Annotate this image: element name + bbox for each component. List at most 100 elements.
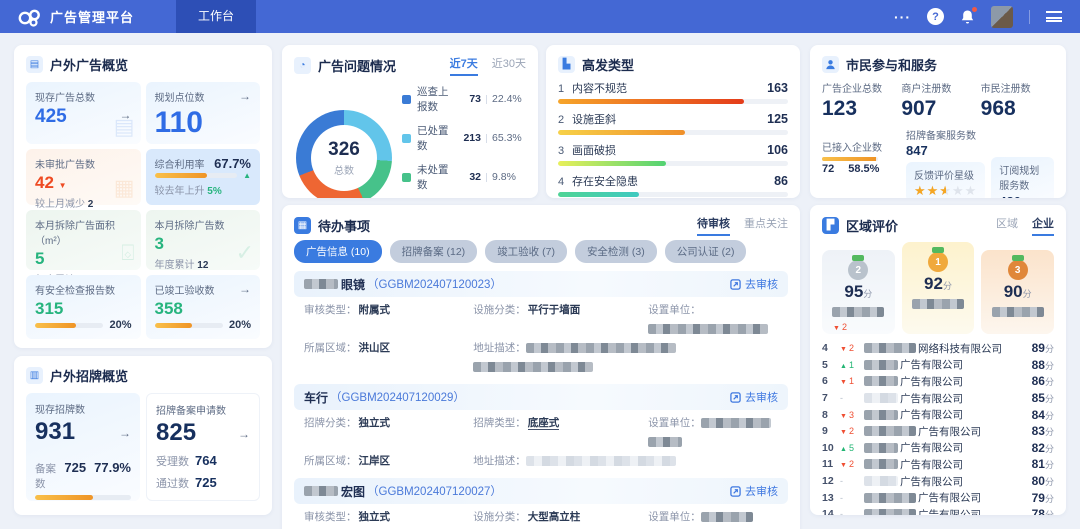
redacted-block [648, 437, 682, 447]
ranking-row[interactable]: 61 广告有限公司 86分 [822, 373, 1054, 390]
redacted-block [832, 307, 884, 317]
go-review-link[interactable]: 去审核 [730, 389, 778, 405]
ranking-row[interactable]: 92 广告有限公司 83分 [822, 423, 1054, 440]
redacted-block [864, 493, 916, 503]
high-types-title: 高发类型 [582, 55, 634, 74]
pill-ad-info[interactable]: 广告信息 (10) [294, 240, 382, 263]
go-review-icon [730, 279, 741, 290]
stat-subscribed-services: 订阅规划服务数 420 [991, 157, 1054, 198]
podium-rank-2[interactable]: 2 95分 2 [822, 250, 895, 334]
todo-filter-pills: 广告信息 (10) 招牌备案 (12) 竣工验收 (7) 安全检测 (3) 公司… [294, 240, 788, 263]
type-row: 1内容不规范163 [558, 80, 788, 104]
ranking-icon: ▛ [822, 217, 839, 234]
tab-region[interactable]: 区域 [996, 215, 1018, 236]
stat-planned-points[interactable]: 规划点位数 110 → [146, 82, 261, 144]
ranking-row[interactable]: 83 广告有限公司 84分 [822, 406, 1054, 423]
go-review-icon [730, 486, 741, 497]
avatar[interactable] [991, 6, 1013, 28]
citizen-service-title: 市民参与和服务 [846, 55, 937, 74]
pill-completion-acceptance[interactable]: 竣工验收 (7) [485, 240, 567, 263]
star-rating: ★★★★★ ★★★★★ [914, 184, 977, 197]
app-logo-icon [16, 6, 42, 28]
menu-icon[interactable] [1046, 11, 1062, 22]
dashboard-page: 广告管理平台 工作台 ··· ? ▤ 户外广告概览 现存广告总数 425 → ▤ [0, 0, 1080, 529]
help-icon[interactable]: ? [927, 8, 944, 25]
ranking-row[interactable]: 105 广告有限公司 82分 [822, 440, 1054, 457]
redacted-block [864, 443, 898, 453]
watermark-icon: ▤ [114, 114, 135, 140]
stat-connected-companies: 已接入企业数 7258.5% [822, 139, 900, 198]
redacted-block [864, 343, 916, 353]
stat-removed-area: 本月拆除广告面积（m²） 5 年度累计 23 ⌺ [26, 210, 141, 270]
ranking-row[interactable]: 12 广告有限公司 80分 [822, 473, 1054, 490]
todo-item: 眼镜 （GGBM202407120023） 去审核 审核类型：附属式 设施分类：… [294, 271, 788, 379]
redacted-block [864, 393, 898, 403]
pill-sign-record[interactable]: 招牌备案 (12) [390, 240, 478, 263]
tab-pending-review[interactable]: 待审核 [697, 215, 730, 236]
stat-citizen-registrations: 市民注册数968 [981, 80, 1054, 121]
tab-last-7-days[interactable]: 近7天 [450, 55, 478, 76]
go-review-icon [730, 392, 741, 403]
go-review-link[interactable]: 去审核 [730, 483, 778, 499]
legend-item: 巡查上报数 7322.4% [402, 84, 526, 114]
stat-existing-ads[interactable]: 现存广告总数 425 → ▤ [26, 82, 141, 144]
tab-workbench[interactable]: 工作台 [176, 0, 256, 33]
podium-rank-1[interactable]: 1 92分 [902, 242, 975, 334]
notification-bell-icon[interactable] [960, 9, 975, 25]
legend-item: 未处置数 329.8% [402, 162, 526, 192]
legend-item: 已处置数 21365.3% [402, 123, 526, 153]
pie-chart-icon: ◔ [294, 57, 311, 74]
arrow-right-icon[interactable]: → [239, 282, 251, 296]
stat-unapproved-ads: 未审批广告数 42 ▼ 较上月减少 2 ▦ [26, 149, 141, 205]
redacted-block [992, 307, 1044, 317]
redacted-block [648, 324, 768, 334]
stat-sign-applications[interactable]: 招牌备案申请数 825 → 受理数764 通过数725 [146, 393, 260, 501]
tab-company[interactable]: 企业 [1032, 215, 1054, 236]
stat-existing-signs[interactable]: 现存招牌数 931 → 备案数 725 77.9% [26, 393, 140, 501]
stat-merchant-registrations: 商户注册数907 [901, 80, 974, 121]
ranking-row[interactable]: 112 广告有限公司 81分 [822, 456, 1054, 473]
stat-feedback-rating: 反馈评价星级 ★★★★★ ★★★★★ [906, 162, 985, 198]
redacted-block [304, 486, 338, 496]
stat-record-services: 招牌备案服务数 847 [906, 127, 985, 158]
outdoor-sign-title: 户外招牌概览 [50, 366, 128, 385]
pill-safety-inspection[interactable]: 安全检测 (3) [575, 240, 657, 263]
go-review-link[interactable]: 去审核 [730, 276, 778, 292]
silver-medal-icon: 2 [848, 260, 868, 280]
tab-key-focus[interactable]: 重点关注 [744, 215, 788, 236]
stat-completed-acceptance[interactable]: 已竣工验收数 358 → 20% [146, 275, 261, 339]
ranking-row[interactable]: 13 广告有限公司 79分 [822, 489, 1054, 506]
watermark-check-icon: ✓ [236, 240, 254, 266]
podium-rank-3[interactable]: 3 90分 [981, 250, 1054, 334]
redacted-block [864, 410, 898, 420]
arrow-right-icon[interactable]: → [119, 426, 131, 440]
more-icon[interactable]: ··· [894, 9, 911, 25]
tab-last-30-days[interactable]: 近30天 [492, 55, 526, 76]
redacted-block [701, 418, 771, 428]
type-row: 4存在安全隐患86 [558, 173, 788, 197]
ranking-row[interactable]: 42 网络科技有限公司 89分 [822, 340, 1054, 357]
stat-utilization-rate: 综合利用率 67.7% ▲ 较去年上升 5% [146, 149, 261, 205]
ranking-row[interactable]: 51 广告有限公司 88分 [822, 357, 1054, 374]
person-icon [822, 56, 839, 73]
arrow-right-icon[interactable]: → [239, 89, 251, 103]
pill-company-certification[interactable]: 公司认证 (2) [665, 240, 747, 263]
top3-podium: 2 95分 2 1 92分 3 90分 [822, 242, 1054, 334]
signboard-icon: ▥ [26, 367, 43, 384]
ranking-row[interactable]: 14 广告有限公司 78分 [822, 506, 1054, 515]
outdoor-ad-overview-card: ▤ 户外广告概览 现存广告总数 425 → ▤ 规划点位数 110 → 未审批广… [14, 45, 272, 348]
todo-item: 宏图 （GGBM202407120027） 去审核 审核类型：独立式 设施分类：… [294, 478, 788, 529]
arrow-right-icon[interactable]: → [238, 427, 250, 441]
outdoor-sign-overview-card: ▥ 户外招牌概览 现存招牌数 931 → 备案数 725 77.9% 招牌备案申… [14, 356, 272, 515]
ranking-row[interactable]: 7 广告有限公司 85分 [822, 390, 1054, 407]
nav-divider [1029, 10, 1030, 24]
redacted-block [912, 299, 964, 309]
gold-medal-icon: 1 [928, 252, 948, 272]
redacted-block [864, 459, 898, 469]
ad-issues-title: 广告问题情况 [318, 56, 396, 75]
citizen-service-card: 市民参与和服务 广告企业总数123 商户注册数907 市民注册数968 已接入企… [810, 45, 1066, 198]
up-triangle-icon: ▲ [243, 171, 251, 180]
region-eval-card: ▛ 区域评价 区域 企业 2 95分 2 1 92分 3 90分 [810, 205, 1066, 515]
redacted-block [304, 279, 338, 289]
billboard-icon: ▤ [26, 56, 43, 73]
